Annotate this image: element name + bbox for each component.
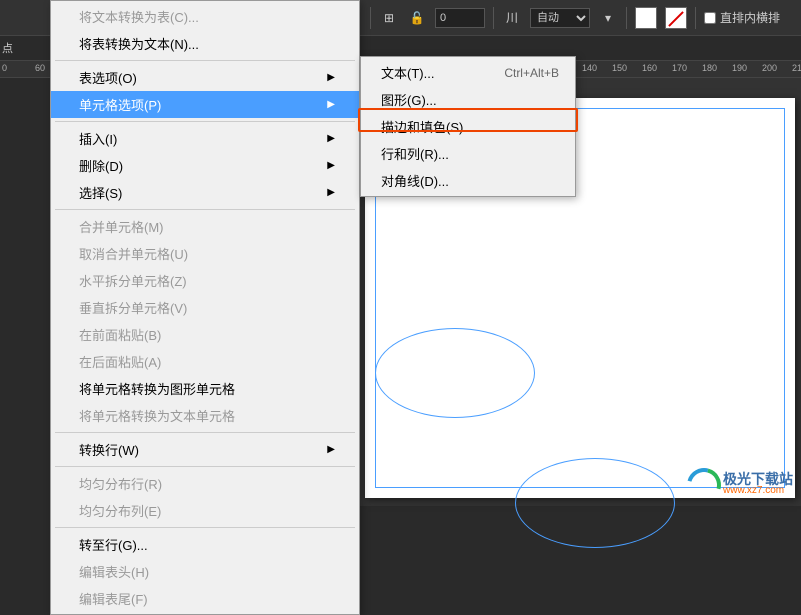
watermark-logo: 极光下载站 www.xz7.com [687,468,793,500]
menu-item[interactable]: 将单元格转换为图形单元格 [51,375,359,402]
menu-item: 将文本转换为表(C)... [51,3,359,30]
lock-icon[interactable]: 🔓 [407,8,427,28]
menu-item[interactable]: 转至行(G)... [51,531,359,558]
menu-item-label: 删除(D) [79,156,123,175]
chevron-right-icon: ▶ [327,99,335,110]
submenu-item[interactable]: 描边和填色(S)... [361,113,575,140]
menu-item-label: 表选项(O) [79,68,137,87]
submenu-item-label: 对角线(D)... [381,171,449,190]
ellipse-shape[interactable] [515,458,675,548]
menu-item[interactable]: 将表转换为文本(N)... [51,30,359,57]
menu-separator [55,527,355,528]
menu-item[interactable]: 插入(I) ▶ [51,125,359,152]
submenu-item-label: 图形(G)... [381,90,437,109]
logo-swoosh-icon [687,468,719,500]
chevron-right-icon: ▶ [327,133,335,144]
menu-item-label: 在后面粘贴(A) [79,352,161,371]
submenu-item-label: 文本(T)... [381,63,434,82]
menu-item[interactable]: 单元格选项(P) ▶ [51,91,359,118]
chevron-right-icon: ▶ [327,160,335,171]
menu-item: 垂直拆分单元格(V) [51,294,359,321]
submenu-item[interactable]: 文本(T)... Ctrl+Alt+B [361,59,575,86]
menu-item[interactable]: 删除(D) ▶ [51,152,359,179]
menu-item: 编辑表尾(F) [51,585,359,612]
menu-separator [55,209,355,210]
unit-label: 点 [2,40,13,56]
dropdown-icon[interactable]: ▾ [598,8,618,28]
menu-item-label: 均匀分布列(E) [79,501,161,520]
menu-item-label: 取消合并单元格(U) [79,244,188,263]
logo-text-cn: 极光下载站 [723,472,793,486]
menu-item[interactable]: 表选项(O) ▶ [51,64,359,91]
menu-item-label: 单元格选项(P) [79,95,161,114]
menu-item-label: 编辑表尾(F) [79,589,148,608]
type-orient-icon[interactable]: 川 [502,8,522,28]
auto-select[interactable]: 自动 [530,8,590,28]
menu-item-label: 均匀分布行(R) [79,474,162,493]
menu-item-label: 将表转换为文本(N)... [79,34,199,53]
cell-options-submenu: 文本(T)... Ctrl+Alt+B 图形(G)... 描边和填色(S)... 行和列… [360,56,576,197]
menu-item-label: 将文本转换为表(C)... [79,7,199,26]
menu-separator [55,466,355,467]
grid-icon[interactable]: ⊞ [379,8,399,28]
menu-item-label: 水平拆分单元格(Z) [79,271,187,290]
menu-separator [55,60,355,61]
menu-item: 取消合并单元格(U) [51,240,359,267]
chevron-right-icon: ▶ [327,72,335,83]
menu-separator [55,432,355,433]
menu-item-label: 选择(S) [79,183,122,202]
stroke-swatch[interactable] [665,7,687,29]
menu-item-label: 垂直拆分单元格(V) [79,298,187,317]
menu-item-label: 合并单元格(M) [79,217,164,236]
menu-item-label: 插入(I) [79,129,117,148]
submenu-item-label: 行和列(R)... [381,144,449,163]
menu-separator [55,121,355,122]
chevron-right-icon: ▶ [327,444,335,455]
vertical-in-horizontal-checkbox[interactable]: 直排内横排 [704,9,780,26]
menu-item: 均匀分布行(R) [51,470,359,497]
menu-item-label: 转至行(G)... [79,535,148,554]
shortcut-text: Ctrl+Alt+B [504,66,559,80]
submenu-item[interactable]: 图形(G)... [361,86,575,113]
menu-item-label: 编辑表头(H) [79,562,149,581]
numeric-input[interactable] [435,8,485,28]
menu-item-label: 在前面粘贴(B) [79,325,161,344]
submenu-item[interactable]: 行和列(R)... [361,140,575,167]
menu-item: 合并单元格(M) [51,213,359,240]
menu-item-label: 转换行(W) [79,440,139,459]
logo-url: www.xz7.com [723,486,793,496]
menu-item[interactable]: 转换行(W) ▶ [51,436,359,463]
chevron-right-icon: ▶ [327,187,335,198]
menu-item: 水平拆分单元格(Z) [51,267,359,294]
menu-item: 在后面粘贴(A) [51,348,359,375]
menu-item[interactable]: 选择(S) ▶ [51,179,359,206]
menu-item: 编辑表头(H) [51,558,359,585]
submenu-item[interactable]: 对角线(D)... [361,167,575,194]
menu-item: 均匀分布列(E) [51,497,359,524]
menu-item-label: 将单元格转换为图形单元格 [79,379,235,398]
submenu-item-label: 描边和填色(S)... [381,117,474,136]
table-menu: 将文本转换为表(C)...将表转换为文本(N)...表选项(O)▶单元格选项(P… [50,0,360,615]
menu-item: 将单元格转换为文本单元格 [51,402,359,429]
ellipse-shape[interactable] [375,328,535,418]
fill-swatch[interactable] [635,7,657,29]
menu-item-label: 将单元格转换为文本单元格 [79,406,235,425]
menu-item: 在前面粘贴(B) [51,321,359,348]
